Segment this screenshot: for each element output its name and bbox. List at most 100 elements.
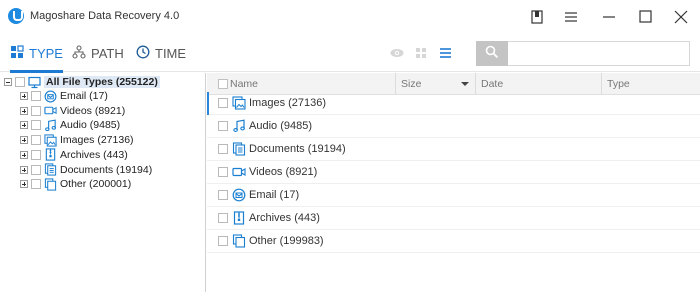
search-icon — [485, 45, 499, 62]
row-checkbox[interactable] — [218, 144, 228, 154]
file-type-tree: All File Types (255122) Email (17) Videos… — [0, 73, 206, 292]
row-checkbox[interactable] — [218, 236, 228, 246]
expand-toggle[interactable] — [20, 121, 28, 130]
row-label: Videos (8921) — [249, 166, 318, 178]
expand-toggle[interactable] — [20, 106, 28, 115]
sort-down-icon — [461, 82, 469, 86]
email-icon — [44, 90, 57, 103]
image-icon — [44, 134, 57, 147]
audio-icon — [232, 119, 246, 133]
tree-label: All File Types (255122) — [44, 76, 160, 88]
tab-label: TYPE — [29, 45, 63, 61]
close-button[interactable] — [670, 6, 692, 28]
window-title: Magoshare Data Recovery 4.0 — [30, 10, 180, 22]
tree-label: Email (17) — [60, 90, 108, 102]
row-label: Archives (443) — [249, 212, 320, 224]
archive-icon — [232, 211, 246, 225]
tree-item[interactable]: Videos (8921) — [20, 104, 125, 118]
row-checkbox[interactable] — [218, 98, 228, 108]
tree-root-all-file-types[interactable]: All File Types (255122) — [4, 75, 160, 89]
tab-label: PATH — [91, 45, 124, 61]
other-icon — [232, 234, 246, 248]
video-icon — [44, 104, 57, 117]
tree-item[interactable]: Email (17) — [20, 89, 108, 103]
tree-label: Archives (443) — [60, 148, 128, 161]
toolbar: TYPE PATH TIME — [0, 34, 700, 73]
document-icon — [44, 163, 57, 176]
search-button[interactable] — [476, 41, 508, 66]
row-label: Images (27136) — [249, 97, 327, 109]
row-checkbox[interactable] — [218, 190, 228, 200]
tree-checkbox[interactable] — [31, 149, 41, 160]
email-icon — [232, 188, 246, 202]
tree-item[interactable]: Audio (9485) — [20, 118, 120, 132]
expand-toggle[interactable] — [20, 136, 28, 145]
row-selection-marker — [207, 92, 209, 115]
list-row[interactable]: Other (199983) — [207, 230, 700, 253]
tab-type[interactable]: TYPE — [10, 34, 63, 73]
row-checkbox[interactable] — [218, 213, 228, 223]
image-icon — [232, 96, 246, 110]
eye-icon[interactable] — [389, 45, 405, 61]
tab-time[interactable]: TIME — [136, 34, 186, 72]
bookmark-icon[interactable] — [526, 6, 548, 28]
monitor-icon — [28, 76, 41, 89]
audio-icon — [44, 119, 57, 132]
tab-path[interactable]: PATH — [72, 34, 124, 72]
list-row[interactable]: Archives (443) — [207, 207, 700, 230]
column-label: Name — [230, 78, 259, 90]
clock-icon — [136, 45, 150, 62]
tree-label: Other (200001) — [60, 178, 132, 191]
tree-checkbox[interactable] — [31, 91, 41, 101]
expand-toggle[interactable] — [20, 150, 28, 159]
row-checkbox[interactable] — [218, 167, 228, 177]
app-logo-icon — [8, 8, 24, 24]
tree-item[interactable]: Archives (443) — [20, 148, 128, 162]
tree-label: Images (27136) — [60, 134, 134, 147]
list-row[interactable]: Videos (8921) — [207, 161, 700, 184]
tree-label: Documents (19194) — [60, 163, 153, 176]
hierarchy-icon — [72, 44, 86, 62]
row-checkbox[interactable] — [218, 121, 228, 131]
menu-icon[interactable] — [560, 6, 582, 28]
archive-icon — [44, 148, 57, 161]
list-row[interactable]: Audio (9485) — [207, 115, 700, 138]
column-label: Type — [607, 78, 630, 90]
tree-checkbox[interactable] — [31, 120, 41, 131]
row-label: Documents (19194) — [249, 143, 346, 155]
row-label: Email (17) — [249, 189, 300, 201]
row-label: Other (199983) — [249, 235, 324, 247]
list-view-icon[interactable] — [437, 45, 453, 61]
tree-label: Videos (8921) — [60, 104, 126, 117]
tab-label: TIME — [155, 45, 187, 61]
video-icon — [232, 165, 246, 179]
tree-checkbox[interactable] — [31, 135, 41, 146]
grid-icon — [10, 44, 24, 62]
thumbnail-view-icon[interactable] — [413, 45, 429, 61]
expand-toggle[interactable] — [20, 180, 28, 189]
tree-label: Audio (9485) — [60, 119, 121, 132]
tree-checkbox[interactable] — [15, 77, 25, 87]
expand-toggle[interactable] — [20, 92, 28, 100]
search-input[interactable] — [508, 41, 690, 66]
title-bar: Magoshare Data Recovery 4.0 — [0, 0, 700, 34]
column-label: Size — [401, 78, 422, 90]
minimize-button[interactable] — [598, 6, 620, 28]
list-row[interactable]: Images (27136) — [207, 92, 700, 115]
expand-toggle[interactable] — [20, 165, 28, 174]
other-icon — [44, 178, 57, 191]
column-label: Date — [481, 78, 504, 90]
row-label: Audio (9485) — [249, 120, 312, 132]
tree-checkbox[interactable] — [31, 179, 41, 190]
tree-item[interactable]: Images (27136) — [20, 133, 134, 147]
file-list: Name Size Date Type Images (27136) Audio … — [207, 73, 700, 292]
list-row[interactable]: Email (17) — [207, 184, 700, 207]
tree-checkbox[interactable] — [31, 164, 41, 175]
tree-checkbox[interactable] — [31, 105, 41, 116]
tree-item[interactable]: Other (200001) — [20, 177, 131, 191]
document-icon — [232, 142, 246, 156]
collapse-toggle[interactable] — [4, 78, 12, 86]
maximize-button[interactable] — [634, 6, 656, 28]
tree-item[interactable]: Documents (19194) — [20, 163, 152, 177]
list-row[interactable]: Documents (19194) — [207, 138, 700, 161]
